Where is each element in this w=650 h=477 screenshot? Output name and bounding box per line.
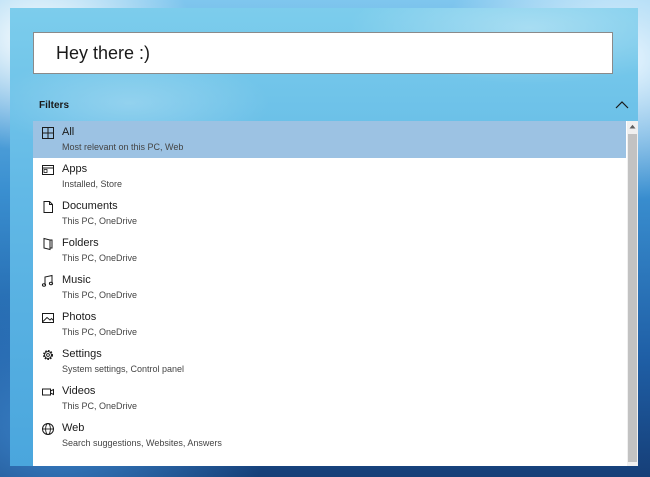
scrollbar-thumb[interactable] [628,134,637,462]
filter-item-settings[interactable]: Settings System settings, Control panel [33,343,626,380]
music-icon [41,274,55,288]
filter-item-title: Photos [62,311,97,323]
collapse-filters-button[interactable] [614,98,630,112]
filter-item-title: Apps [62,163,88,175]
filter-item-subtitle: This PC, OneDrive [62,327,138,337]
filter-item-title: Web [62,422,85,434]
scroll-up-arrow-icon [629,124,636,129]
gear-icon [41,348,55,362]
filter-item-subtitle: This PC, OneDrive [62,216,138,226]
filter-item-subtitle: This PC, OneDrive [62,253,138,263]
search-input-text: Hey there :) [56,42,151,63]
filter-item-music[interactable]: Music This PC, OneDrive [33,269,626,306]
filter-item-subtitle: Search suggestions, Websites, Answers [62,438,222,448]
filter-item-title: All [62,126,75,138]
filter-item-title: Settings [62,348,102,360]
globe-icon [41,422,55,436]
apps-icon [41,163,55,177]
filter-item-documents[interactable]: Documents This PC, OneDrive [33,195,626,232]
filter-item-title: Music [62,274,91,286]
filter-item-title: Documents [62,200,118,212]
filter-item-subtitle: Installed, Store [62,179,123,189]
video-icon [41,385,55,399]
filter-item-title: Videos [62,385,96,397]
filter-item-title: Folders [62,237,99,249]
document-icon [41,200,55,214]
filter-item-subtitle: Most relevant on this PC, Web [62,142,184,152]
search-input[interactable]: Hey there :) [33,32,613,74]
filter-item-photos[interactable]: Photos This PC, OneDrive [33,306,626,343]
filter-item-subtitle: This PC, OneDrive [62,290,138,300]
filter-item-web[interactable]: Web Search suggestions, Websites, Answer… [33,417,626,454]
grid-icon [41,126,55,140]
photo-icon [41,311,55,325]
vertical-scrollbar[interactable] [627,121,638,466]
filter-item-apps[interactable]: Apps Installed, Store [33,158,626,195]
filter-item-all[interactable]: All Most relevant on this PC, Web [33,121,626,158]
search-panel: Hey there :) Filters All Most relevant o… [10,8,638,466]
filter-list: All Most relevant on this PC, Web Apps I… [33,121,638,466]
chevron-up-icon [615,101,629,109]
filter-item-folders[interactable]: Folders This PC, OneDrive [33,232,626,269]
folder-icon [41,237,55,251]
filter-item-subtitle: System settings, Control panel [62,364,185,374]
filter-item-videos[interactable]: Videos This PC, OneDrive [33,380,626,417]
filters-heading: Filters [39,100,70,111]
filter-item-subtitle: This PC, OneDrive [62,401,138,411]
scroll-up-button[interactable] [627,121,638,132]
